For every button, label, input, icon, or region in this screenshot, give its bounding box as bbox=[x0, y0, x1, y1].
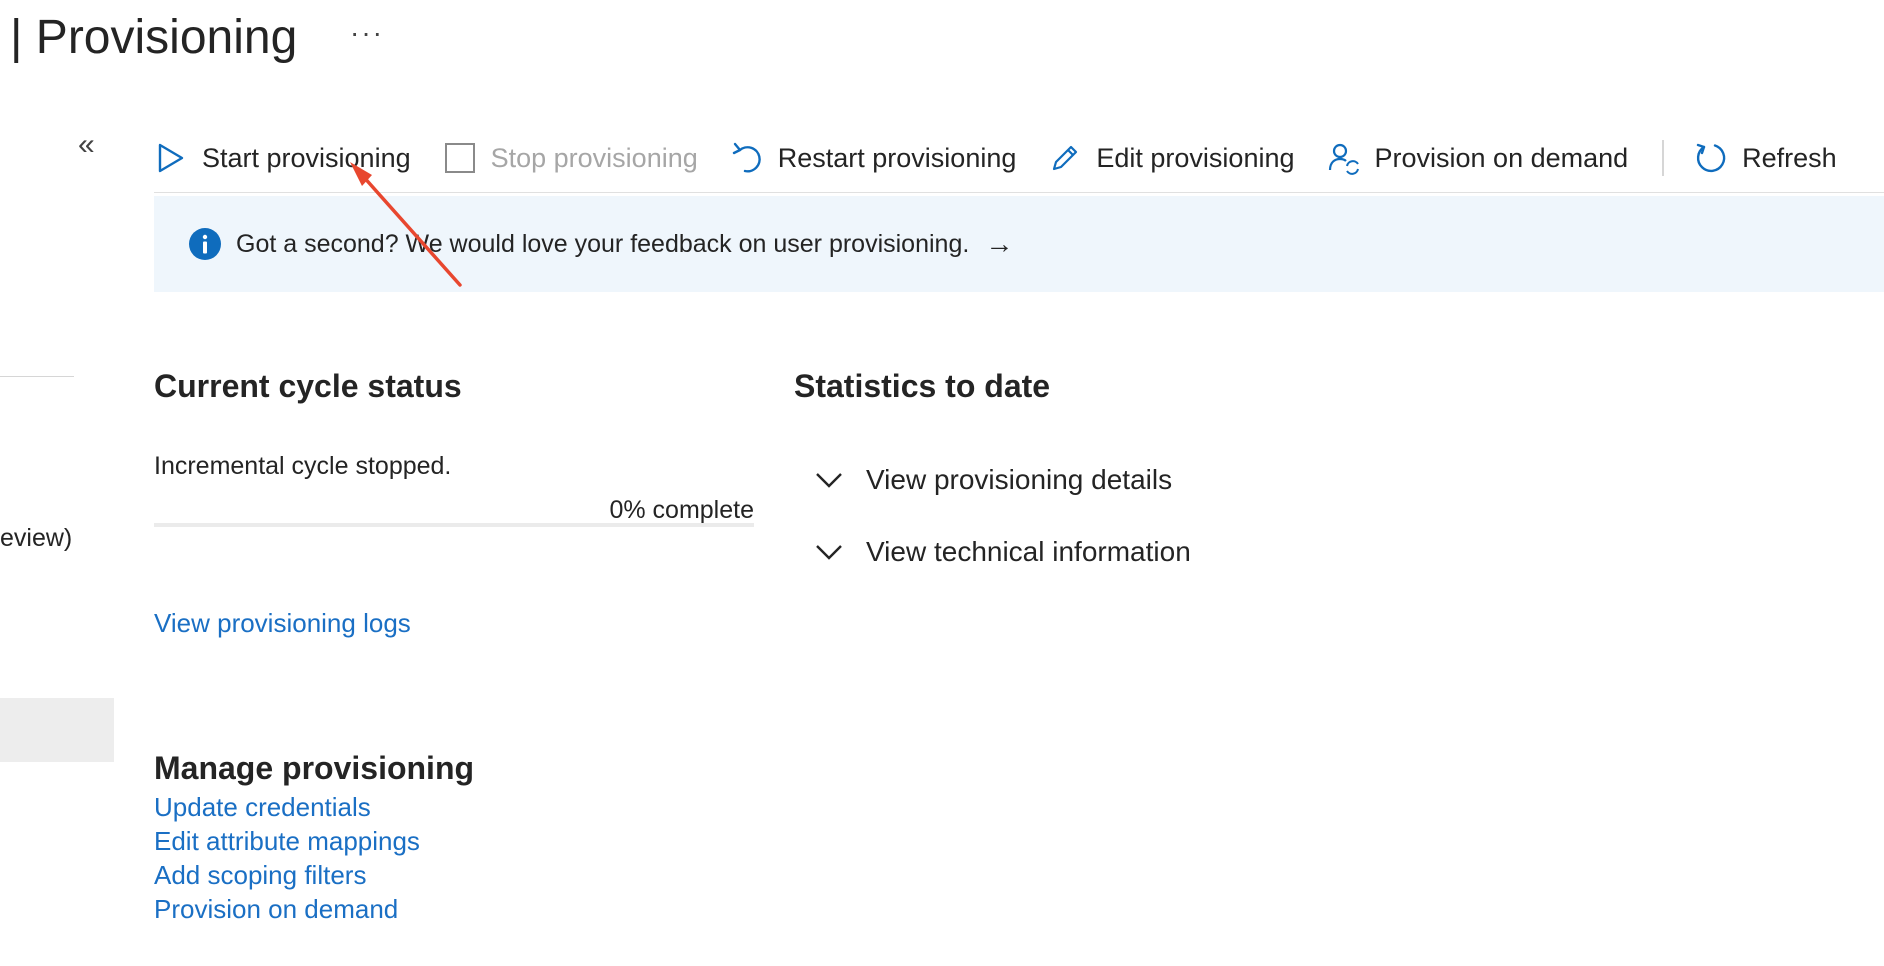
restart-provisioning-label: Restart provisioning bbox=[777, 142, 1017, 173]
collapse-sidebar-button[interactable]: « bbox=[78, 130, 95, 160]
edit-provisioning-label: Edit provisioning bbox=[1096, 142, 1295, 173]
current-cycle-heading: Current cycle status bbox=[154, 368, 462, 404]
toolbar-separator bbox=[1662, 140, 1665, 176]
feedback-banner: Got a second? We would love your feedbac… bbox=[154, 196, 1884, 292]
view-technical-information-expander[interactable]: View technical information bbox=[814, 536, 1191, 568]
chevron-down-icon bbox=[816, 473, 842, 488]
cycle-status-text: Incremental cycle stopped. bbox=[154, 452, 452, 480]
start-provisioning-button[interactable]: Start provisioning bbox=[154, 141, 411, 175]
command-bar: Start provisioning Stop provisioning Res… bbox=[154, 128, 1869, 188]
toolbar-divider bbox=[154, 192, 1884, 193]
play-icon bbox=[154, 141, 188, 175]
info-icon bbox=[188, 227, 222, 261]
provision-on-demand-button[interactable]: Provision on demand bbox=[1327, 141, 1629, 175]
restart-icon bbox=[730, 141, 764, 175]
statistics-heading: Statistics to date bbox=[794, 368, 1051, 404]
progress-bar bbox=[154, 523, 754, 527]
refresh-button[interactable]: Refresh bbox=[1694, 141, 1837, 175]
edit-attribute-mappings-link[interactable]: Edit attribute mappings bbox=[154, 826, 420, 857]
progress-label: 0% complete bbox=[609, 496, 754, 524]
add-scoping-filters-link[interactable]: Add scoping filters bbox=[154, 860, 366, 891]
stop-provisioning-button[interactable]: Stop provisioning bbox=[443, 141, 698, 175]
view-provisioning-logs-link[interactable]: View provisioning logs bbox=[154, 608, 411, 639]
chevron-down-icon bbox=[816, 545, 842, 560]
edit-provisioning-button[interactable]: Edit provisioning bbox=[1048, 141, 1295, 175]
more-options-button[interactable]: ··· bbox=[350, 18, 384, 48]
start-provisioning-label: Start provisioning bbox=[202, 142, 411, 173]
provision-on-demand-link[interactable]: Provision on demand bbox=[154, 894, 398, 925]
update-credentials-link[interactable]: Update credentials bbox=[154, 792, 371, 823]
manage-provisioning-heading: Manage provisioning bbox=[154, 750, 475, 786]
refresh-icon bbox=[1694, 141, 1728, 175]
user-sync-icon bbox=[1327, 141, 1361, 175]
sidebar-item-preview[interactable]: eview) bbox=[0, 524, 72, 553]
feedback-text: Got a second? We would love your feedbac… bbox=[236, 229, 970, 258]
arrow-right-icon[interactable]: → bbox=[985, 228, 1013, 260]
sidebar-divider bbox=[0, 376, 74, 377]
sidebar-item-selected[interactable] bbox=[0, 698, 114, 762]
view-technical-information-label: View technical information bbox=[866, 536, 1191, 567]
stop-icon bbox=[443, 141, 477, 175]
view-provisioning-details-label: View provisioning details bbox=[866, 464, 1173, 495]
pencil-icon bbox=[1048, 141, 1082, 175]
view-provisioning-details-expander[interactable]: View provisioning details bbox=[814, 464, 1172, 496]
provision-on-demand-label: Provision on demand bbox=[1374, 142, 1629, 173]
stop-provisioning-label: Stop provisioning bbox=[490, 142, 698, 173]
restart-provisioning-button[interactable]: Restart provisioning bbox=[730, 141, 1017, 175]
page-title: | Provisioning bbox=[10, 11, 298, 64]
refresh-label: Refresh bbox=[1742, 142, 1837, 173]
